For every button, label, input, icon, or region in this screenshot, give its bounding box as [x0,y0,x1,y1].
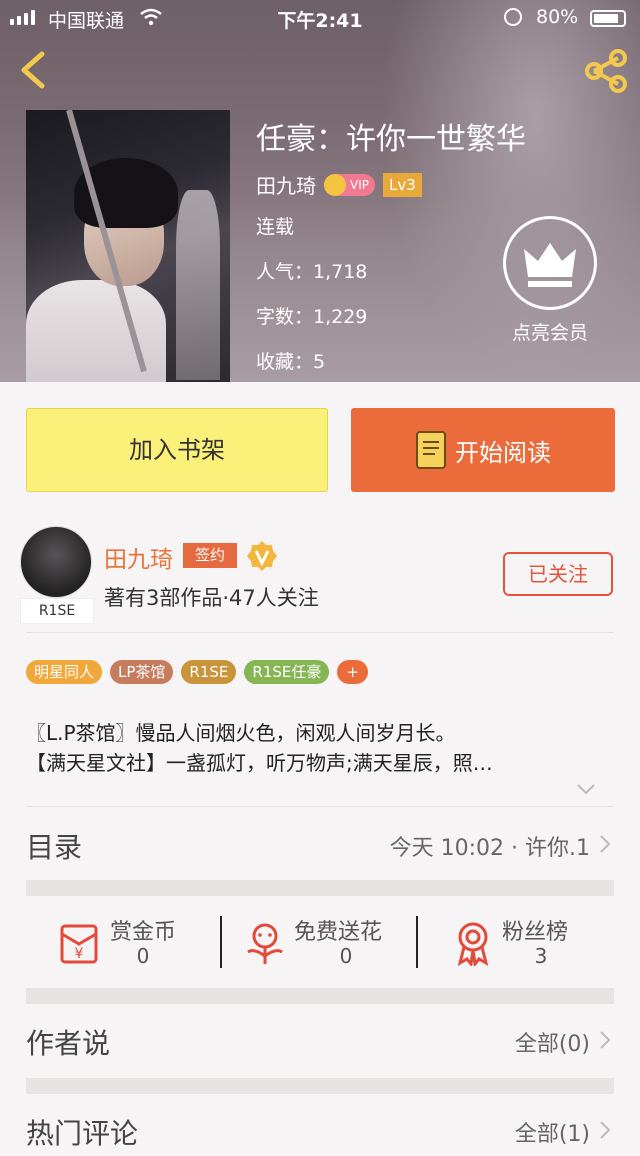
author-stats: 著有3部作品·47人关注 [104,586,319,610]
reward-coin-label: 赏金币 [110,920,177,945]
crown-icon [503,216,597,310]
reward-coin-icon: ¥ [60,924,98,964]
free-flower-button[interactable]: 免费送花 0 [244,900,424,982]
author-says-all: 全部(0) [514,1032,590,1057]
add-tag-button[interactable]: + [337,660,368,684]
svg-text:¥: ¥ [75,946,84,962]
medal-icon [457,922,489,966]
divider [26,632,614,633]
description-line: 〖L.P茶馆〗慢品人间烟火色，闲观人间岁月长。 [26,721,456,745]
add-to-shelf-button[interactable]: 加入书架 [26,408,328,492]
free-flower-value: 0 [339,944,353,968]
vip-badge: VIP [324,173,375,196]
level-badge: Lv3 [382,172,422,197]
hot-comments-row[interactable]: 热门评论 全部(1) [26,1106,614,1156]
divider [26,806,614,807]
share-button[interactable] [582,48,630,94]
tag-item[interactable]: LP茶馆 [110,660,174,684]
author-avatar[interactable] [20,526,92,598]
back-button[interactable] [14,48,54,92]
vip-crown-icon [324,173,346,196]
hot-comments-all: 全部(1) [514,1122,590,1147]
book-description: 〖L.P茶馆〗慢品人间烟火色，闲观人间岁月长。 【满天星文社】一盏孤灯，听万物声… [26,718,614,778]
verified-v-icon [247,541,277,571]
start-reading-label: 开始阅读 [455,438,551,467]
reward-coin-value: 0 [136,944,150,968]
book-author-row: 田九琦 VIP Lv3 [256,170,422,199]
tag-item[interactable]: 明星同人 [26,660,103,684]
divider [220,916,222,968]
toc-row[interactable]: 目录 今天 10:02 · 许你.1 [26,820,614,870]
book-header: 中国联通 下午2:41 80% 任豪：许你一世繁华 田九琦 VIP Lv3 连载… [0,0,640,382]
flower-icon [247,923,283,964]
tag-item[interactable]: R1SE任豪 [244,660,330,684]
book-word-count: 字数：1,229 [256,306,368,328]
book-popularity: 人气：1,718 [256,261,368,283]
author-name[interactable]: 田九琦 [104,540,173,574]
member-label: 点亮会员 [511,322,588,344]
expand-chevron-icon[interactable] [576,782,596,796]
book-status: 连载 [256,216,295,238]
fan-ranking-label: 粉丝榜 [502,920,569,945]
book-favorites: 收藏：5 [256,351,326,373]
interaction-stats: ¥ 赏金币 0 免费送花 0 粉丝榜 3 [26,900,614,982]
section-separator [26,880,614,896]
chevron-right-icon [600,1031,611,1049]
toc-latest-chapter: 今天 10:02 · 许你.1 [389,836,590,861]
book-icon [416,431,446,469]
description-line: 【满天星文社】一盏孤灯，听万物声;满天星辰，照… [26,751,493,775]
divider [416,916,418,968]
reward-coin-button[interactable]: ¥ 赏金币 0 [56,900,226,982]
signed-badge: 签约 [183,543,237,568]
section-separator [26,988,614,1004]
hot-comments-title: 热门评论 [26,1117,139,1150]
author-says-row[interactable]: 作者说 全部(0) [26,1016,614,1066]
member-button[interactable]: 点亮会员 [500,216,600,345]
toc-title: 目录 [26,831,83,864]
status-bar: 中国联通 下午2:41 80% [0,0,640,36]
start-reading-button[interactable]: 开始阅读 [351,408,615,492]
chevron-right-icon [600,1121,611,1139]
rotation-lock-icon [504,8,522,26]
fan-ranking-value: 3 [534,944,548,968]
book-author[interactable]: 田九琦 [256,170,316,199]
chevron-right-icon [600,835,611,853]
book-title: 任豪：许你一世繁华 [256,122,526,157]
avatar-tag: R1SE [20,598,94,624]
battery-icon [590,10,626,27]
battery-percent: 80% [536,6,579,28]
free-flower-label: 免费送花 [294,920,383,945]
follow-button[interactable]: 已关注 [503,552,613,596]
section-separator [26,1078,614,1094]
tag-list: 明星同人 LP茶馆 R1SE R1SE任豪 + [26,660,368,684]
fan-ranking-button[interactable]: 粉丝榜 3 [452,900,612,982]
tag-item[interactable]: R1SE [181,660,237,684]
book-cover[interactable] [26,110,230,382]
author-says-title: 作者说 [26,1027,111,1060]
